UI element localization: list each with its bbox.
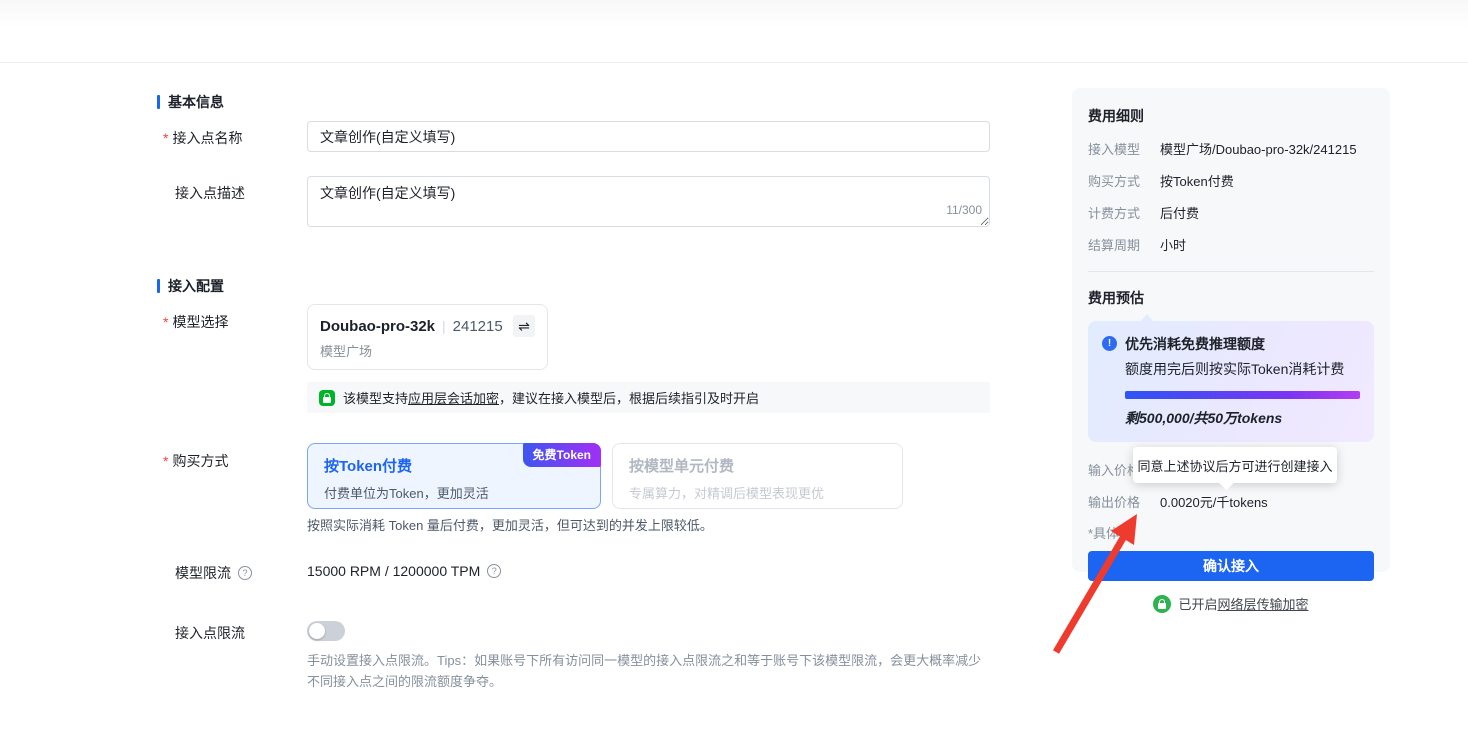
section-title-text: 接入配置 (168, 278, 224, 294)
endpoint-rate-limit-help: 手动设置接入点限流。Tips：如果账号下所有访问同一模型的接入点限流之和等于账号… (307, 653, 982, 689)
quota-progress-label: 剩500,000/共50万tokens (1125, 410, 1283, 426)
endpoint-name-input[interactable] (307, 121, 990, 152)
option-desc: 付费单位为Token，更加灵活 (324, 486, 489, 501)
section-accent-bar (157, 95, 160, 109)
model-select-label: * 模型选择 (163, 314, 229, 330)
quota-title: 优先消耗免费推理额度 (1125, 336, 1265, 352)
quota-progress-bar (1125, 391, 1360, 399)
endpoint-desc-textarea[interactable]: 文章创作(自定义填写) (307, 176, 990, 227)
detail-row: 接入模型 模型广场/Doubao-pro-32k/241215 (1088, 142, 1357, 157)
top-navigation-bar (0, 0, 1468, 63)
section-accent-bar (157, 279, 160, 293)
option-desc: 专属算力，对精调后模型表现更优 (629, 486, 825, 501)
model-version: 241215 (452, 317, 503, 335)
cost-estimate-title: 费用预估 (1088, 290, 1144, 306)
detail-row: 购买方式 按Token付费 (1088, 174, 1234, 189)
option-title: 按模型单元付费 (629, 458, 735, 475)
lock-icon (1153, 594, 1172, 613)
char-counter: 11/300 (946, 203, 982, 217)
cost-summary-panel: 费用细则 接入模型 模型广场/Doubao-pro-32k/241215 购买方… (1072, 88, 1390, 613)
free-token-badge: 免费Token (522, 443, 601, 467)
agreement-tooltip: 同意上述协议后方可进行创建接入 (1133, 447, 1337, 483)
free-quota-callout: ! 优先消耗免费推理额度 额度用完后则按实际Token消耗计费 剩500,000… (1088, 314, 1374, 442)
endpoint-desc-label: 接入点描述 (175, 185, 245, 201)
cost-detail-title: 费用细则 (1088, 108, 1144, 124)
lock-icon (319, 389, 335, 406)
required-asterisk: * (163, 130, 169, 146)
detail-row: 计费方式 后付费 (1088, 206, 1200, 221)
detail-row: 结算周期 小时 (1088, 238, 1187, 253)
endpoint-rate-limit-toggle[interactable] (307, 621, 345, 641)
purchase-option-pay-per-token[interactable]: 免费Token 按Token付费 付费单位为Token，更加灵活 (307, 443, 601, 509)
section-title-basic-info: 基本信息 (157, 92, 224, 112)
price-row: 输出价格 0.0020元/千tokens (1088, 495, 1268, 510)
network-encryption-status: 已开启网络层传输加密 (1088, 594, 1374, 613)
section-title-access-config: 接入配置 (157, 276, 224, 296)
required-asterisk: * (163, 314, 169, 330)
model-rate-limit-label: 模型限流 ? (175, 563, 252, 583)
divider (1088, 271, 1374, 272)
help-icon[interactable]: ? (238, 566, 252, 580)
session-encryption-link[interactable]: 应用层会话加密 (408, 391, 499, 406)
model-name: Doubao-pro-32k (320, 317, 436, 335)
price-row: *具体费 (1088, 526, 1133, 541)
required-asterisk: * (163, 453, 169, 469)
purchase-method-label: * 购买方式 (163, 453, 229, 469)
tooltip-text: 同意上述协议后方可进行创建接入 (1137, 458, 1333, 474)
purchase-option-cards: 免费Token 按Token付费 付费单位为Token，更加灵活 按模型单元付费… (307, 443, 903, 509)
session-encryption-notice: 该模型支持应用层会话加密，建议在接入模型后，根据后续指引及时开启 (307, 382, 990, 413)
swap-icon: ⇌ (518, 317, 530, 334)
network-encryption-link[interactable]: 网络层传输加密 (1218, 597, 1309, 612)
model-source: 模型广场 (320, 344, 373, 359)
create-endpoint-page: 基本信息 * 接入点名称 接入点描述 文章创作(自定义填写) 11/300 接入… (0, 0, 1468, 752)
model-rate-limit-value: 15000 RPM / 1200000 TPM ? (307, 563, 502, 579)
notice-text: 该模型支持应用层会话加密，建议在接入模型后，根据后续指引及时开启 (343, 391, 760, 406)
toggle-knob (309, 623, 325, 639)
section-title-text: 基本信息 (168, 94, 224, 110)
swap-model-button[interactable]: ⇌ (513, 315, 535, 337)
purchase-option-model-unit[interactable]: 按模型单元付费 专属算力，对精调后模型表现更优 (612, 443, 903, 509)
purchase-method-caption: 按照实际消耗 Token 量后付费，更加灵活，但可达到的并发上限较低。 (307, 518, 713, 533)
confirm-access-button[interactable]: 确认接入 (1088, 551, 1374, 581)
model-separator: | (442, 318, 446, 334)
info-icon: ! (1102, 336, 1117, 351)
endpoint-rate-limit-label: 接入点限流 (175, 625, 245, 641)
selected-model-card[interactable]: Doubao-pro-32k | 241215 ⇌ 模型广场 (307, 304, 548, 370)
quota-subtitle: 额度用完后则按实际Token消耗计费 (1125, 361, 1345, 377)
help-icon[interactable]: ? (487, 564, 502, 578)
endpoint-name-label: * 接入点名称 (163, 130, 243, 146)
